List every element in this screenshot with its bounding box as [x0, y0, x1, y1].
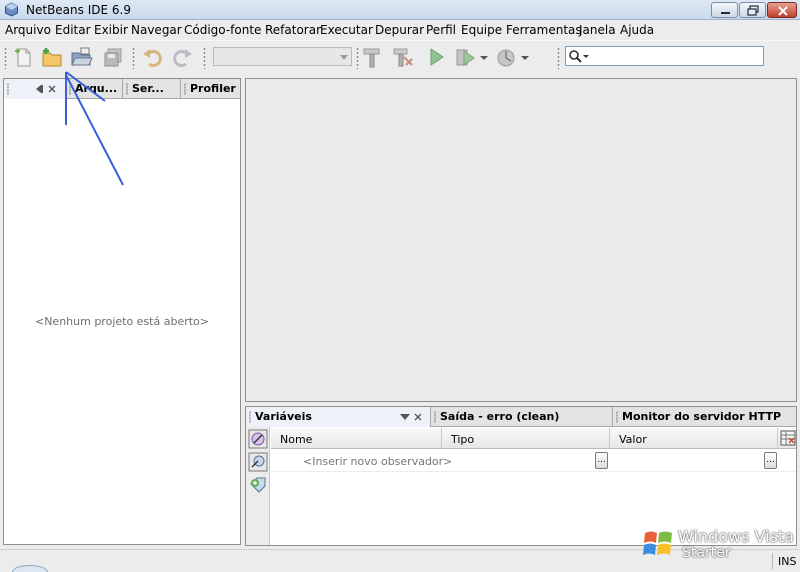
menu-ferramentas[interactable]: Ferramentas: [506, 23, 582, 37]
minimize-panel-icon: [400, 414, 410, 420]
tab-output-label: Saída - erro (clean): [440, 410, 560, 423]
undo-icon: [143, 49, 162, 67]
chevron-down-icon: [521, 56, 529, 60]
tab-grip: [616, 411, 618, 423]
menu-executar[interactable]: Executar: [320, 23, 373, 37]
tab-controls: [400, 413, 422, 421]
hammer-icon: [363, 48, 380, 68]
tab-grip: [184, 83, 186, 95]
new-file-icon: [15, 48, 31, 67]
run-button[interactable]: [424, 45, 448, 69]
add-watch-icon: [250, 477, 266, 493]
debug-button[interactable]: [454, 45, 478, 69]
minimize-button[interactable]: [711, 2, 738, 18]
toolbar-grip[interactable]: [356, 47, 359, 69]
watermark-edition: Starter: [682, 545, 731, 561]
menu-codigo-fonte[interactable]: Código-fonte: [184, 23, 261, 37]
profile-button[interactable]: [494, 45, 518, 69]
show-static-button[interactable]: [248, 429, 268, 449]
inherited-fields-icon: [248, 452, 268, 472]
new-watch-button[interactable]: [248, 475, 268, 495]
debug-icon: [456, 49, 475, 66]
window-title: NetBeans IDE 6.9: [26, 3, 131, 17]
annotation-arrow: [65, 71, 124, 186]
quick-search-box[interactable]: [565, 46, 764, 66]
tab-output[interactable]: Saída - erro (clean): [431, 407, 613, 427]
column-chooser-button[interactable]: [780, 429, 796, 448]
debug-dropdown[interactable]: [478, 45, 490, 69]
editor-area[interactable]: [245, 78, 797, 402]
table-row[interactable]: <Inserir novo observador> ... ...: [271, 450, 796, 472]
tab-http-monitor-label: Monitor do servidor HTTP: [622, 410, 782, 423]
column-name[interactable]: Nome: [271, 428, 442, 449]
maximize-button[interactable]: [739, 2, 766, 18]
tab-grip: [249, 411, 251, 423]
search-icon: [569, 50, 589, 63]
tab-variables[interactable]: Variáveis: [246, 407, 431, 427]
value-ellipsis-button[interactable]: ...: [764, 452, 777, 469]
watermark-title: Windows Vista: [678, 527, 794, 546]
toolbar-grip[interactable]: [4, 47, 7, 69]
menu-arquivo[interactable]: Arquivo: [5, 23, 51, 37]
menu-ajuda[interactable]: Ajuda: [620, 23, 654, 37]
menu-refatorar[interactable]: Refatorar: [265, 23, 321, 37]
toolbar-grip[interactable]: [557, 47, 560, 69]
close-button[interactable]: [767, 2, 797, 18]
show-inherited-button[interactable]: [248, 452, 268, 472]
variables-side-toolbar: [246, 427, 270, 545]
chevron-down-icon: [480, 56, 488, 60]
no-project-message: <Nenhum projeto está aberto>: [34, 315, 210, 328]
clean-build-button[interactable]: [390, 45, 414, 69]
static-fields-icon: [248, 429, 268, 449]
windows-watermark: Windows Vista Starter: [642, 525, 800, 565]
title-bar: NetBeans IDE 6.9: [0, 0, 800, 20]
restore-icon: [747, 5, 759, 16]
windows-logo-icon: [643, 531, 672, 555]
netbeans-app-icon: [5, 2, 18, 17]
menu-navegar[interactable]: Navegar: [131, 23, 182, 37]
table-header: Nome Tipo Valor: [271, 428, 796, 449]
new-file-button[interactable]: [11, 45, 35, 69]
toolbar-grip[interactable]: [203, 47, 206, 69]
menu-exibir[interactable]: Exibir: [94, 23, 128, 37]
type-ellipsis-button[interactable]: ...: [595, 452, 608, 469]
menu-editar[interactable]: Editar: [55, 23, 91, 37]
tab-http-monitor[interactable]: Monitor do servidor HTTP: [613, 407, 796, 427]
bottom-panel-tabs: Variáveis Saída - erro (clean) Monitor d…: [246, 407, 796, 427]
chevron-down-icon: [340, 55, 348, 60]
new-watch-placeholder[interactable]: <Inserir novo observador>: [303, 455, 452, 468]
menu-bar: Arquivo Editar Exibir Navegar Código-fon…: [0, 20, 800, 39]
profile-dropdown[interactable]: [519, 45, 531, 69]
tab-profiler-label: Profiler: [190, 82, 236, 95]
tab-services[interactable]: Ser...: [123, 79, 181, 99]
redo-button[interactable]: [171, 45, 195, 69]
build-button[interactable]: [360, 45, 384, 69]
menu-depurar[interactable]: Depurar: [375, 23, 424, 37]
toolbar-grip[interactable]: [132, 47, 135, 69]
redo-icon: [173, 49, 192, 67]
tab-grip: [7, 83, 9, 95]
menu-janela[interactable]: Janela: [579, 23, 616, 37]
menu-perfil[interactable]: Perfil: [426, 23, 456, 37]
column-chooser-icon: [780, 430, 796, 446]
close-tab-icon: [414, 413, 422, 421]
tab-services-label: Ser...: [132, 82, 164, 95]
menu-equipe[interactable]: Equipe: [461, 23, 502, 37]
start-orb[interactable]: [12, 565, 48, 572]
tab-variables-label: Variáveis: [255, 410, 312, 423]
search-input[interactable]: [592, 48, 760, 64]
close-icon: [778, 6, 788, 16]
clean-build-icon: [393, 48, 413, 67]
run-icon: [430, 48, 444, 66]
minimize-panel-icon: [36, 85, 41, 93]
profile-icon: [497, 49, 515, 67]
minimize-icon: [721, 12, 730, 14]
column-type[interactable]: Tipo: [442, 428, 610, 449]
undo-button[interactable]: [140, 45, 164, 69]
column-value[interactable]: Valor: [610, 428, 778, 449]
tab-profiler[interactable]: Profiler: [181, 79, 240, 99]
tab-grip: [434, 411, 436, 423]
configuration-combo[interactable]: [213, 47, 352, 66]
